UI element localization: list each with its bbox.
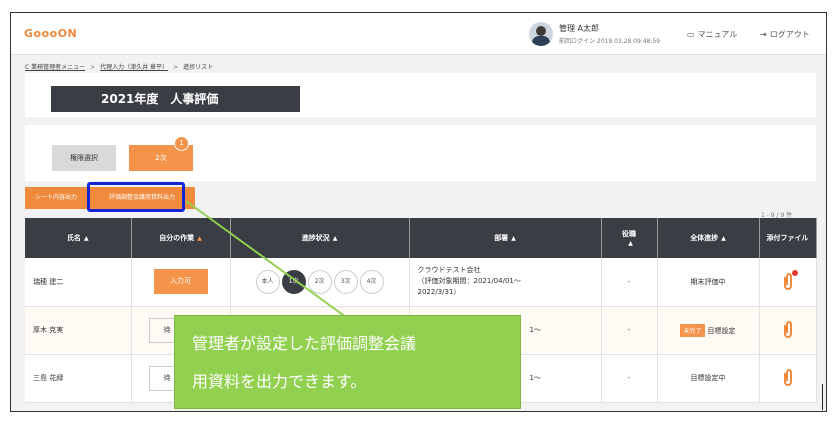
callout-note: 管理者が設定した評価調整会議 用資料を出力できます。 bbox=[174, 315, 521, 409]
text-cursor bbox=[822, 384, 823, 410]
callout-line-2: 用資料を出力できます。 bbox=[192, 372, 367, 391]
callout-line-1: 管理者が設定した評価調整会議 bbox=[192, 334, 417, 353]
